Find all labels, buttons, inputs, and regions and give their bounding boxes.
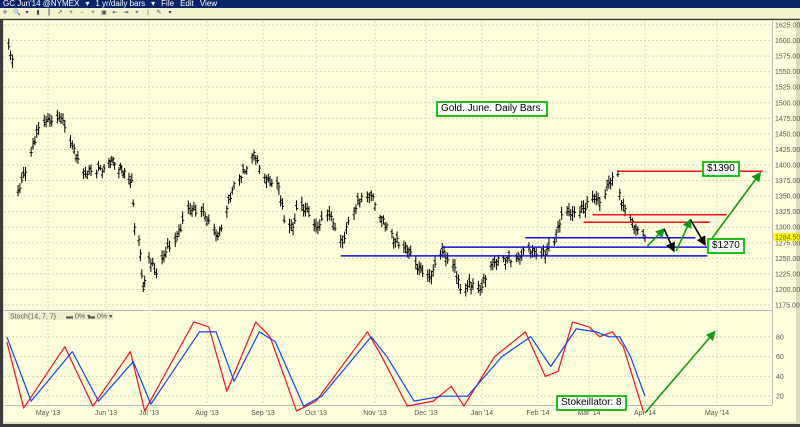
- scroll-left-icon[interactable]: ⇤: [112, 10, 118, 16]
- price-tick-label: 1600.00: [775, 38, 800, 45]
- bar-icon[interactable]: ▮: [35, 10, 41, 16]
- stokeillator-box: Stokeillator: 8: [556, 395, 627, 411]
- price-tick-label: 1575.00: [775, 54, 800, 61]
- price-tick-label: 1525.00: [775, 85, 800, 92]
- scroll-right-icon[interactable]: ⇥: [123, 10, 129, 16]
- date-tick-label: Apr '14: [634, 410, 656, 417]
- price-tick-label: 1250.00: [775, 256, 800, 263]
- zoom-in-icon[interactable]: +: [68, 10, 74, 16]
- date-tick-label: Aug '13: [195, 410, 219, 417]
- date-axis: [4, 405, 796, 422]
- price-tick-label: 1200.00: [775, 287, 800, 294]
- menu-view[interactable]: View: [200, 0, 217, 8]
- price-tick-label: 1350.00: [775, 194, 800, 201]
- dropdown-icon[interactable]: ▾: [24, 10, 30, 16]
- date-tick-label: Jan '14: [471, 410, 493, 417]
- date-tick-label: Jul '13: [139, 410, 159, 417]
- price-tick-label: 1550.00: [775, 69, 800, 76]
- menu-edit[interactable]: Edit: [180, 0, 194, 8]
- stoch-tick-label: 80: [776, 334, 784, 341]
- stoch-legend-k: ▬ 0% ▾: [88, 314, 113, 321]
- toolbar: ✛ 🔍 ▾ ▮ ┃ ↗ + − + ▣ ⇤ ⇥ ⌖ | ✎ ▾: [0, 8, 800, 19]
- date-tick-label: Sep '13: [251, 410, 275, 417]
- target-low-box: $1270: [707, 238, 745, 254]
- cross-icon[interactable]: +: [90, 10, 96, 16]
- marker-icon[interactable]: |: [145, 10, 151, 16]
- stoch-tick-label: 40: [776, 374, 784, 381]
- crosshair-icon[interactable]: ✛: [2, 10, 8, 16]
- chart-title-box: Gold. June. Daily Bars.: [436, 101, 549, 117]
- price-tick-label: 1400.00: [775, 163, 800, 170]
- price-tick-label: 1300.00: [775, 225, 800, 232]
- stoch-tick-label: 20: [776, 394, 784, 401]
- date-tick-label: Dec '13: [414, 410, 438, 417]
- price-tick-label: 1625.00: [775, 23, 800, 30]
- date-tick-label: Mar '14: [577, 410, 600, 417]
- zoom-icon[interactable]: 🔍: [13, 10, 20, 16]
- date-tick-label: Oct '13: [305, 410, 327, 417]
- price-tick-label: 1375.00: [775, 178, 800, 185]
- stoch-legend-params: (14, 7, 7): [28, 314, 56, 321]
- price-tick-label: 1325.00: [775, 209, 800, 216]
- target-high-box: $1390: [702, 161, 740, 177]
- zoom-out-icon[interactable]: −: [79, 10, 85, 16]
- stoch-legend-name: Stoch: [10, 314, 28, 321]
- chart-canvas[interactable]: 1625.00 1600.00 1575.00 1550.00 1525.00 1500.…: [0, 0, 800, 427]
- date-tick-label: May '13: [36, 410, 60, 417]
- last-price-label: 1284.50: [775, 234, 800, 241]
- title-bar: GC Jun'14 @NYMEX ▾ 1 yr/daily bars ▾ File …: [0, 0, 800, 8]
- fit-icon[interactable]: ▣: [101, 10, 107, 16]
- menu-file[interactable]: File: [161, 0, 174, 8]
- price-tick-label: 1450.00: [775, 131, 800, 138]
- date-tick-label: May '14: [705, 410, 729, 417]
- trend-icon[interactable]: ↗: [57, 10, 63, 16]
- candle-icon[interactable]: ┃: [46, 10, 52, 16]
- price-tick-label: 1225.00: [775, 271, 800, 278]
- price-tick-label: 1500.00: [775, 100, 800, 107]
- stoch-tick-label: 60: [776, 354, 784, 361]
- dropdown-icon[interactable]: ▾: [167, 10, 173, 16]
- date-tick-label: Feb '14: [526, 410, 549, 417]
- price-tick-label: 1475.00: [775, 116, 800, 123]
- date-tick-label: Jun '13: [95, 410, 117, 417]
- price-tick-label: 1425.00: [775, 147, 800, 154]
- symbol-selector[interactable]: GC Jun'14 @NYMEX: [3, 0, 79, 8]
- draw-icon[interactable]: ✎: [156, 10, 162, 16]
- period-selector[interactable]: 1 yr/daily bars: [95, 0, 145, 8]
- price-tick-label: 1175.00: [775, 303, 800, 310]
- date-tick-label: Nov '13: [363, 410, 387, 417]
- cursor-icon[interactable]: ⌖: [134, 10, 140, 16]
